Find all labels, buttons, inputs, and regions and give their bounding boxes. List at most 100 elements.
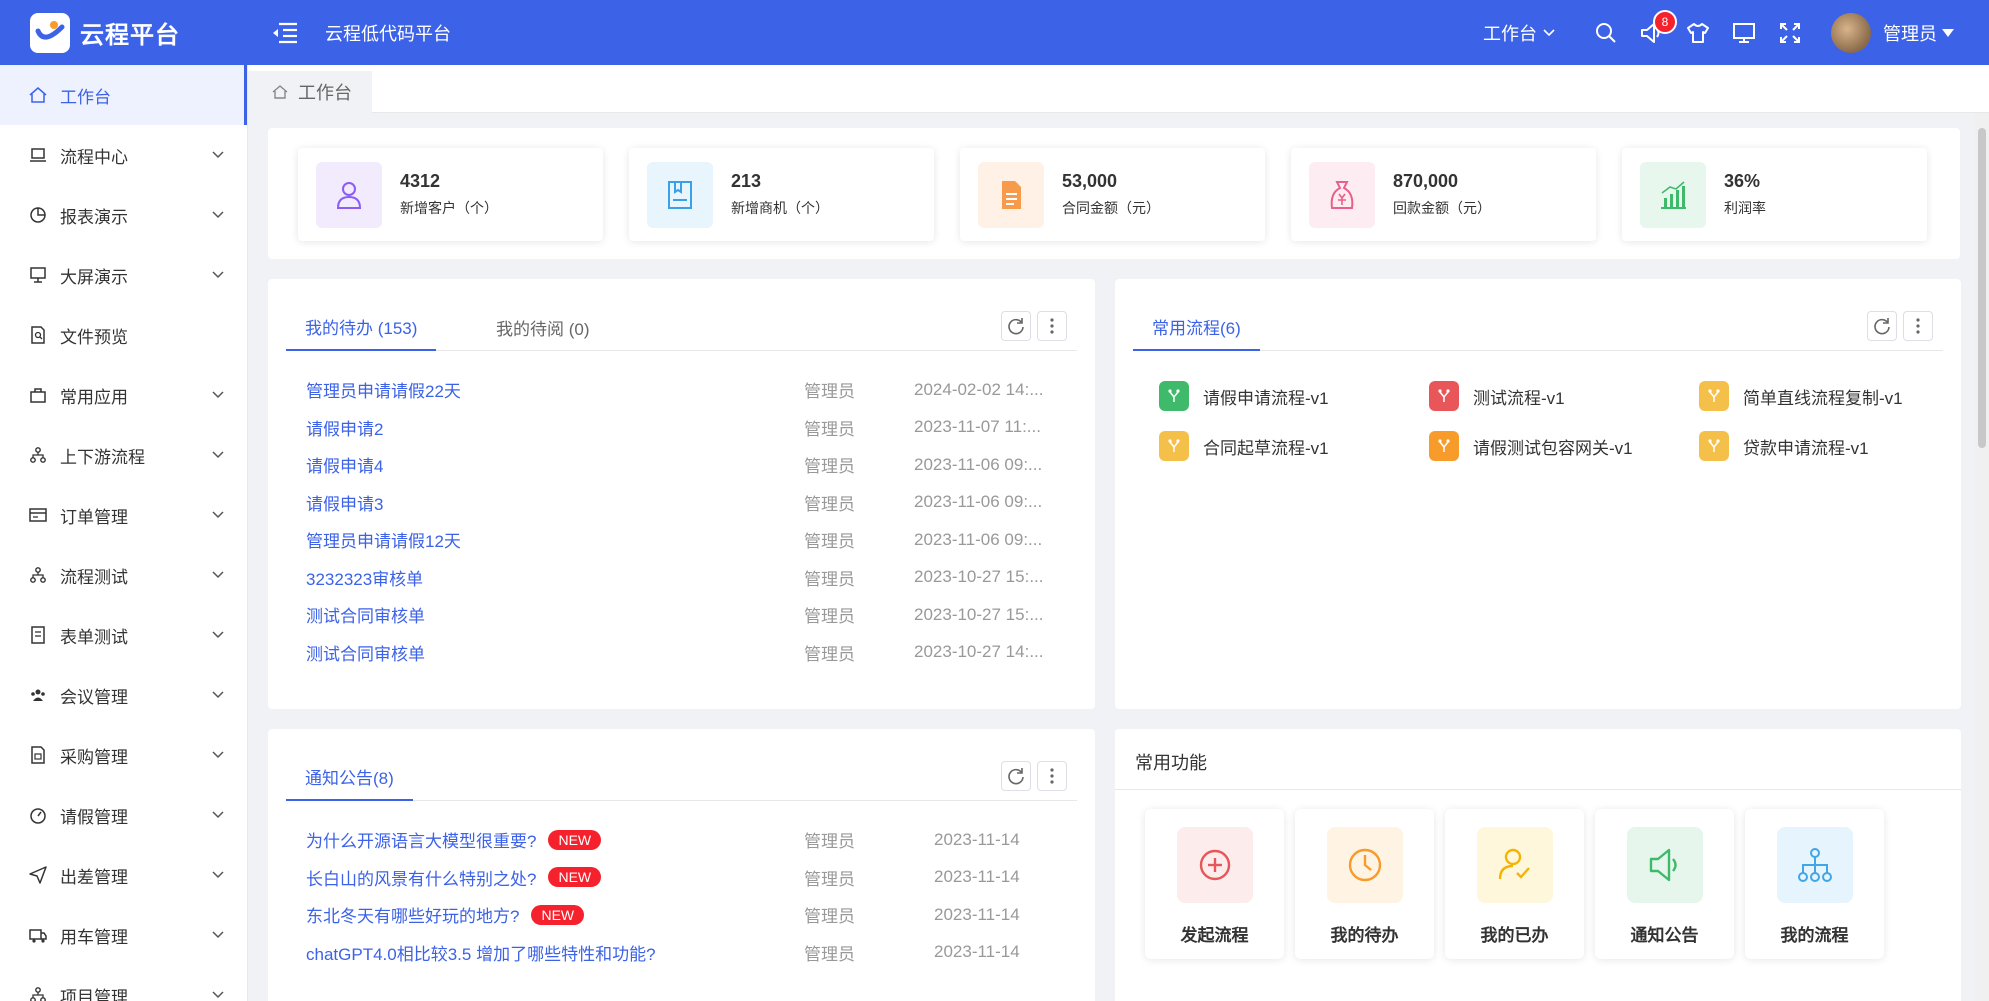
- user-icon: [316, 161, 382, 228]
- sidebar-item-1[interactable]: 流程中心: [0, 125, 247, 185]
- todo-user: 管理员: [804, 382, 855, 401]
- new-badge: NEW: [548, 829, 602, 850]
- todo-title-link[interactable]: 请假申请2: [306, 415, 383, 440]
- function-label: 通知公告: [1630, 926, 1699, 945]
- skin-icon[interactable]: [1675, 0, 1721, 65]
- todo-user: 管理员: [804, 644, 855, 664]
- workspace-dropdown[interactable]: 工作台: [1483, 20, 1555, 46]
- sidebar-item-11[interactable]: 采购管理: [0, 725, 247, 785]
- sidebar: 工作台流程中心报表演示 大屏演示 文件预览常用应用上下游流程 订单管理 流程测试表单测试…: [0, 65, 248, 1001]
- fullscreen-icon[interactable]: [1767, 0, 1813, 65]
- notice-row: 东北冬天有哪些好玩的地方? NEW 管理员 2023-11-14: [306, 896, 1065, 933]
- function-tile[interactable]: 我的待办: [1295, 809, 1434, 959]
- more-icon[interactable]: [1903, 311, 1933, 341]
- notice-title-link[interactable]: 东北冬天有哪些好玩的地方?: [306, 902, 519, 927]
- scrollbar[interactable]: [1975, 113, 1989, 1001]
- todo-title-link[interactable]: 3232323审核单: [306, 565, 423, 590]
- tab-common-flows[interactable]: 常用流程(6): [1133, 303, 1260, 351]
- flow-item[interactable]: 请假测试包容网关-v1: [1429, 431, 1633, 461]
- more-icon[interactable]: [1037, 311, 1067, 341]
- tab-my-todo[interactable]: 我的待办 (153): [286, 303, 437, 351]
- user-name: 管理员: [1883, 23, 1937, 44]
- todo-title-link[interactable]: 测试合同审核单: [306, 640, 425, 665]
- chevron-down-icon: [211, 208, 225, 222]
- todo-title-link[interactable]: 管理员申请请假12天: [306, 527, 461, 552]
- flow-item[interactable]: 测试流程-v1: [1429, 381, 1565, 411]
- function-tile[interactable]: 我的流程: [1745, 809, 1884, 959]
- tab-workspace[interactable]: 工作台: [248, 71, 372, 113]
- function-tile[interactable]: 发起流程: [1145, 809, 1284, 959]
- stat-card[interactable]: 213 新增商机（个）: [629, 148, 934, 241]
- sidebar-item-label: 流程中心: [60, 147, 128, 167]
- sidebar-item-0[interactable]: 工作台: [0, 65, 247, 125]
- user-menu[interactable]: 管理员: [1831, 12, 1955, 53]
- chevron-down-icon: [211, 388, 225, 402]
- sidebar-item-14[interactable]: 用车管理: [0, 905, 247, 965]
- dashboard-icon: [28, 805, 48, 825]
- refresh-icon[interactable]: [1001, 311, 1031, 341]
- flow-item[interactable]: 合同起草流程-v1: [1159, 431, 1329, 461]
- sidebar-item-9[interactable]: 表单测试: [0, 605, 247, 665]
- stat-card[interactable]: 53,000 合同金额（元）: [960, 148, 1265, 241]
- stat-card[interactable]: 36% 利润率: [1622, 148, 1927, 241]
- car-icon: [28, 925, 48, 945]
- bag-icon: [28, 385, 48, 405]
- notice-row: chatGPT4.0相比较3.5 增加了哪些特性和功能? 管理员 2023-11-1…: [306, 934, 1065, 971]
- stat-card[interactable]: 870,000 回款金额（元）: [1291, 148, 1596, 241]
- flow-icon: [1159, 431, 1189, 461]
- flow-icon: [1699, 431, 1729, 461]
- new-badge: NEW: [548, 867, 602, 887]
- desktop-icon[interactable]: [1721, 0, 1767, 65]
- sidebar-item-label: 项目管理: [60, 987, 128, 1001]
- todo-title-link[interactable]: 请假申请4: [306, 452, 383, 477]
- sidebar-item-5[interactable]: 常用应用: [0, 365, 247, 425]
- refresh-icon[interactable]: [1001, 761, 1031, 791]
- monitor-icon: [28, 265, 48, 285]
- todo-title-link[interactable]: 管理员申请请假22天: [306, 377, 461, 402]
- stat-card[interactable]: 4312 新增客户（个）: [298, 148, 603, 241]
- todo-time: 2023-10-27 14:...: [914, 642, 1044, 661]
- flow-item[interactable]: 贷款申请流程-v1: [1699, 431, 1869, 461]
- sidebar-item-12[interactable]: 请假管理: [0, 785, 247, 845]
- sidebar-item-4[interactable]: 文件预览: [0, 305, 247, 365]
- function-tile[interactable]: 我的已办: [1445, 809, 1584, 959]
- sidebar-item-8[interactable]: 流程测试: [0, 545, 247, 605]
- sidebar-item-15[interactable]: 项目管理: [0, 965, 247, 1001]
- sidebar-item-2[interactable]: 报表演示: [0, 185, 247, 245]
- function-label: 我的待办: [1330, 926, 1399, 945]
- scroll-thumb[interactable]: [1978, 128, 1986, 448]
- sound-icon[interactable]: 8: [1629, 0, 1677, 65]
- sidebar-item-label: 常用应用: [60, 387, 128, 407]
- function-tile[interactable]: 通知公告: [1595, 809, 1734, 959]
- tab-my-read[interactable]: 我的待阅 (0): [477, 303, 609, 351]
- sidebar-item-label: 表单测试: [60, 627, 128, 647]
- sidebar-item-6[interactable]: 上下游流程: [0, 425, 247, 485]
- sidebar-item-3[interactable]: 大屏演示: [0, 245, 247, 305]
- sidebar-item-label: 采购管理: [60, 747, 128, 767]
- menu-fold-icon[interactable]: [270, 18, 300, 48]
- todo-time: 2023-11-07 11:...: [914, 417, 1041, 436]
- flow-label: 贷款申请流程-v1: [1743, 438, 1869, 458]
- sidebar-item-label: 请假管理: [60, 807, 128, 827]
- chevron-down-icon: [211, 688, 225, 702]
- notice-title-link[interactable]: 为什么开源语言大模型很重要?: [306, 827, 536, 852]
- flow-item[interactable]: 请假申请流程-v1: [1159, 381, 1329, 411]
- todo-title-link[interactable]: 测试合同审核单: [306, 602, 425, 627]
- sidebar-item-13[interactable]: 出差管理: [0, 845, 247, 905]
- search-icon[interactable]: [1583, 0, 1629, 65]
- sidebar-item-7[interactable]: 订单管理: [0, 485, 247, 545]
- cluster-icon: [28, 445, 48, 465]
- logo[interactable]: 云程平台: [0, 0, 245, 65]
- todo-row: 请假申请3 管理员 2023-11-06 09:...: [306, 484, 1065, 521]
- notice-time: 2023-11-14: [934, 904, 1020, 924]
- todo-title-link[interactable]: 请假申请3: [306, 490, 383, 515]
- more-icon[interactable]: [1037, 761, 1067, 791]
- flow-item[interactable]: 简单直线流程复制-v1: [1699, 381, 1903, 411]
- notice-title-link[interactable]: 长白山的风景有什么特别之处?: [306, 865, 536, 890]
- todo-time: 2023-10-27 15:...: [914, 567, 1044, 586]
- sidebar-item-10[interactable]: 会议管理: [0, 665, 247, 725]
- notice-title-link[interactable]: chatGPT4.0相比较3.5 增加了哪些特性和功能?: [306, 940, 656, 965]
- refresh-icon[interactable]: [1867, 311, 1897, 341]
- tab-notices[interactable]: 通知公告(8): [286, 753, 413, 801]
- todo-user: 管理员: [804, 494, 855, 514]
